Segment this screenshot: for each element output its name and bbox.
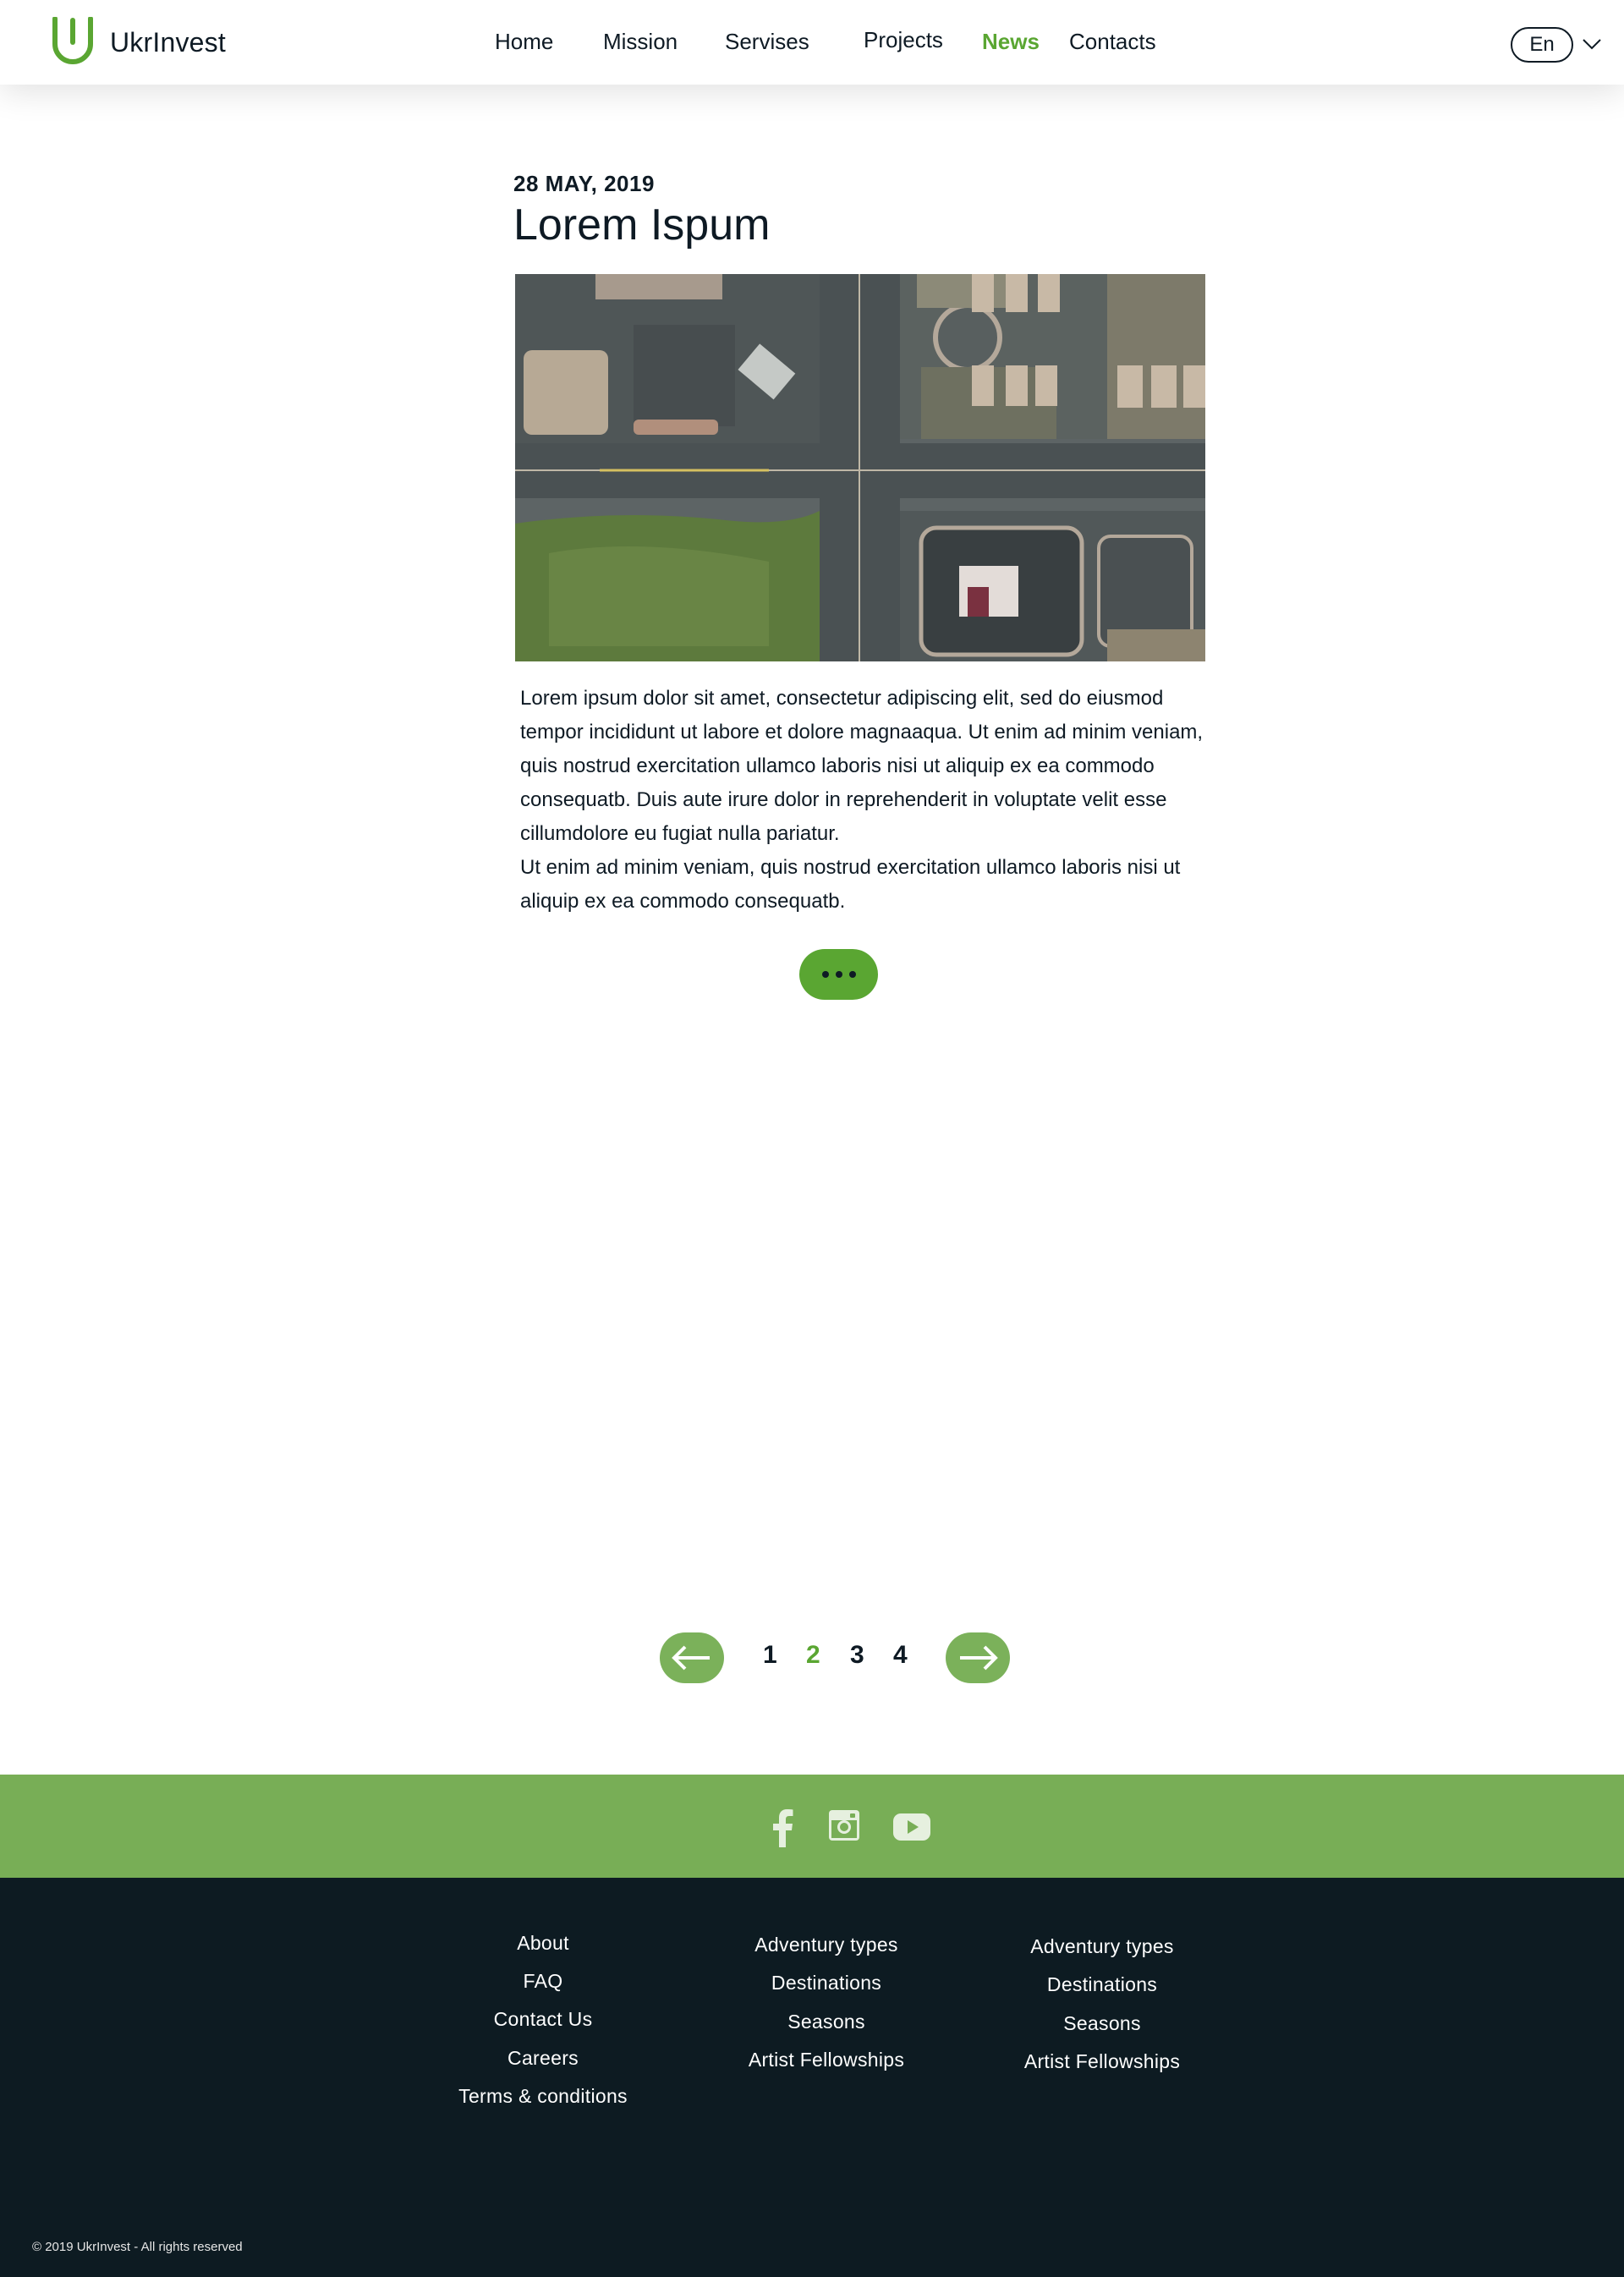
- language-selector[interactable]: En: [1511, 27, 1573, 63]
- next-page-button[interactable]: [946, 1632, 1010, 1683]
- site-header: UkrInvest Home Mission Servises Projects…: [0, 0, 1624, 85]
- aerial-city-photo: [515, 274, 1205, 661]
- nav-servises[interactable]: Servises: [725, 29, 809, 55]
- footer-link-contact[interactable]: Contact Us: [494, 2008, 593, 2031]
- social-bar: [0, 1775, 1624, 1878]
- footer-link-adventury-types[interactable]: Adventury types: [1030, 1935, 1173, 1958]
- instagram-icon[interactable]: [829, 1810, 859, 1841]
- footer-link-artist-fellowships[interactable]: Artist Fellowships: [1024, 2050, 1180, 2073]
- article-title: Lorem Ispum: [513, 200, 771, 250]
- nav-news[interactable]: News: [982, 29, 1040, 55]
- article-body: Lorem ipsum dolor sit amet, consectetur …: [520, 682, 1205, 919]
- footer-link-seasons[interactable]: Seasons: [787, 2011, 865, 2033]
- footer-link-faq[interactable]: FAQ: [524, 1970, 563, 1993]
- article-paragraph: Lorem ipsum dolor sit amet, consectetur …: [520, 687, 1204, 845]
- more-dots-icon: [821, 971, 829, 978]
- main-nav: Home Mission Servises Projects News Cont…: [0, 0, 1624, 85]
- site-footer: About FAQ Contact Us Careers Terms & con…: [0, 1878, 1624, 2277]
- copyright-text: © 2019 UkrInvest - All rights reserved: [32, 2240, 243, 2254]
- more-dots-icon: [835, 971, 842, 978]
- footer-link-destinations[interactable]: Destinations: [1047, 1973, 1157, 1996]
- footer-link-terms[interactable]: Terms & conditions: [458, 2085, 628, 2108]
- prev-page-button[interactable]: [660, 1632, 724, 1683]
- nav-projects[interactable]: Projects: [864, 27, 943, 53]
- arrow-right-icon: [960, 1645, 998, 1671]
- nav-mission[interactable]: Mission: [603, 29, 678, 55]
- footer-link-adventury-types[interactable]: Adventury types: [754, 1934, 897, 1956]
- footer-link-seasons[interactable]: Seasons: [1063, 2012, 1141, 2035]
- read-more-button[interactable]: [799, 949, 878, 1000]
- page-1[interactable]: 1: [763, 1641, 777, 1670]
- nav-contacts[interactable]: Contacts: [1069, 29, 1156, 55]
- chevron-down-icon[interactable]: [1582, 37, 1602, 51]
- page-3[interactable]: 3: [850, 1641, 864, 1670]
- arrow-left-icon: [672, 1645, 710, 1671]
- article-paragraph: Ut enim ad minim veniam, quis nostrud ex…: [520, 856, 1181, 913]
- youtube-icon[interactable]: [893, 1813, 930, 1841]
- more-dots-icon: [848, 971, 856, 978]
- page-2-current[interactable]: 2: [806, 1641, 820, 1670]
- footer-link-artist-fellowships[interactable]: Artist Fellowships: [749, 2049, 904, 2071]
- article-image: [515, 274, 1205, 661]
- page-4[interactable]: 4: [893, 1641, 908, 1670]
- article-date: 28 MAY, 2019: [513, 171, 655, 196]
- footer-link-destinations[interactable]: Destinations: [771, 1972, 881, 1994]
- nav-home[interactable]: Home: [495, 29, 553, 55]
- footer-link-careers[interactable]: Careers: [508, 2047, 579, 2070]
- facebook-icon[interactable]: [771, 1808, 793, 1847]
- footer-link-about[interactable]: About: [517, 1932, 569, 1955]
